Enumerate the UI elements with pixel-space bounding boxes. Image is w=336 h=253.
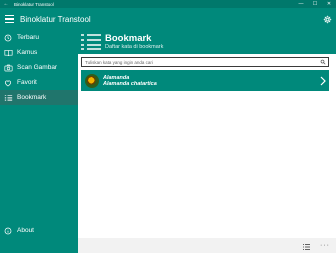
sidebar-item-label: Kamus — [17, 49, 38, 56]
gear-icon[interactable] — [318, 8, 336, 30]
back-button[interactable]: ← — [0, 1, 12, 7]
list-item[interactable]: Alamanda Alamanda chatartica — [81, 70, 329, 91]
book-icon — [0, 49, 16, 57]
sidebar-item-scan-gambar[interactable]: Scan Gambar — [0, 60, 78, 75]
page-title: Bookmark — [105, 33, 152, 44]
minimize-button[interactable]: — — [294, 1, 308, 7]
sidebar: Terbaru Kamus Scan Gambar Favorit Bookma… — [0, 30, 78, 238]
heart-icon — [0, 79, 16, 87]
sidebar-item-kamus[interactable]: Kamus — [0, 45, 78, 60]
clock-icon — [0, 34, 16, 42]
window-title: Binoklatur Transtool — [14, 1, 54, 7]
sidebar-item-bookmark[interactable]: Bookmark — [0, 90, 78, 105]
window-titlebar: ← Binoklatur Transtool — ☐ ✕ — [0, 0, 336, 8]
list-item-texts: Alamanda Alamanda chatartica — [99, 75, 317, 87]
app-title: Binoklatur Transtool — [20, 14, 91, 24]
chevron-right-icon[interactable] — [317, 76, 329, 86]
sidebar-item-label: Bookmark — [17, 94, 47, 101]
sidebar-item-about[interactable]: About — [0, 223, 78, 238]
search-icon[interactable] — [318, 59, 328, 65]
sidebar-item-label: Favorit — [17, 79, 37, 86]
camera-icon — [0, 64, 16, 72]
sidebar-item-label: Terbaru — [17, 34, 40, 41]
list-view-icon[interactable] — [303, 237, 310, 253]
bookmark-list-icon — [0, 94, 16, 102]
sidebar-item-label: About — [17, 227, 34, 234]
page-subtitle: Daftar kata di bookmark — [105, 44, 164, 50]
maximize-button[interactable]: ☐ — [308, 1, 322, 7]
sidebar-item-favorit[interactable]: Favorit — [0, 75, 78, 90]
page-header: Bookmark Daftar kata di bookmark — [78, 30, 336, 54]
main-content: Bookmark Daftar kata di bookmark Tuliska… — [78, 30, 336, 238]
flower-thumbnail — [85, 73, 99, 88]
search-placeholder: Tuliskan kata yang ingin anda cari — [85, 59, 153, 65]
more-options-button[interactable]: ··· — [320, 242, 330, 249]
bottom-app-bar: ··· — [78, 238, 336, 253]
sidebar-item-terbaru[interactable]: Terbaru — [0, 30, 78, 45]
list-icon — [81, 33, 101, 55]
entry-latin-name: Alamanda chatartica — [103, 80, 157, 87]
app-bar: Binoklatur Transtool — [0, 8, 336, 30]
sidebar-item-label: Scan Gambar — [17, 64, 58, 71]
close-button[interactable]: ✕ — [322, 1, 336, 7]
search-input[interactable]: Tuliskan kata yang ingin anda cari — [81, 57, 329, 67]
hamburger-icon[interactable] — [0, 8, 18, 30]
info-icon — [0, 227, 16, 235]
